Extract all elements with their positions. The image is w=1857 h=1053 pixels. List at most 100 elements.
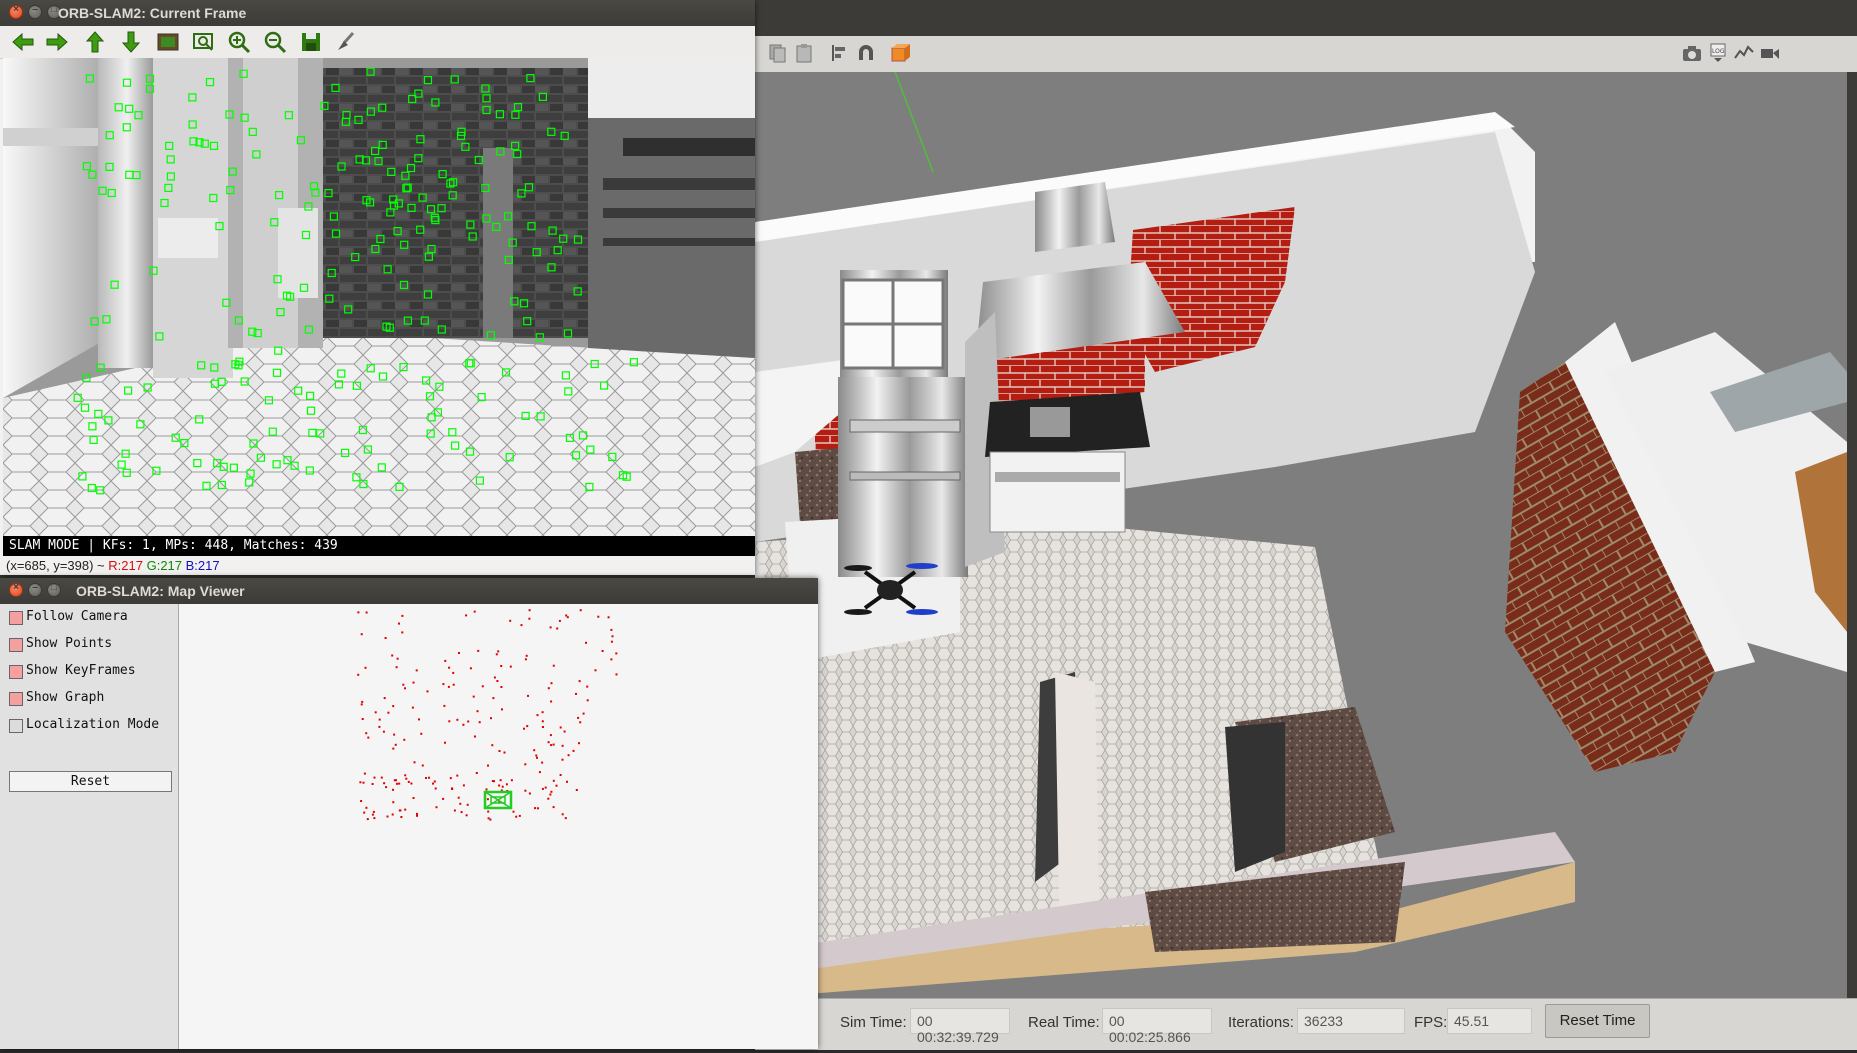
down-arrow-icon[interactable] bbox=[118, 30, 144, 54]
map-point bbox=[549, 793, 552, 796]
close-icon[interactable]: × bbox=[9, 582, 23, 597]
map-point bbox=[491, 744, 494, 747]
screen-icon[interactable] bbox=[155, 30, 181, 54]
map-point bbox=[392, 801, 395, 804]
map-point bbox=[426, 690, 429, 693]
sim-time-label: Sim Time: bbox=[840, 1014, 907, 1031]
map-point bbox=[360, 800, 363, 802]
log-icon[interactable]: LOG bbox=[1707, 42, 1729, 64]
checkbox-box[interactable] bbox=[9, 611, 23, 625]
forward-arrow-icon[interactable] bbox=[44, 30, 70, 54]
current-frame-image bbox=[3, 58, 755, 536]
map-point bbox=[550, 700, 553, 703]
plot-icon[interactable] bbox=[1733, 42, 1755, 64]
current-frame-toolbar bbox=[0, 26, 755, 59]
map-point bbox=[396, 657, 399, 660]
map-point bbox=[549, 626, 552, 629]
map-point bbox=[578, 742, 580, 745]
map-point bbox=[448, 720, 451, 723]
screenshot-icon[interactable] bbox=[1681, 42, 1703, 64]
reset-button[interactable]: Reset bbox=[9, 771, 172, 792]
map-point bbox=[579, 609, 582, 612]
map-point bbox=[398, 622, 400, 625]
copy-icon[interactable] bbox=[767, 42, 789, 64]
video-icon[interactable] bbox=[1759, 42, 1781, 64]
zoom-out-icon[interactable] bbox=[262, 30, 288, 54]
checkbox-box[interactable] bbox=[9, 692, 23, 706]
minimize-icon[interactable]: – bbox=[28, 582, 42, 597]
map-point bbox=[434, 787, 437, 790]
map-point bbox=[400, 816, 403, 818]
map-point bbox=[552, 779, 555, 782]
map-point bbox=[465, 814, 468, 817]
map-point bbox=[472, 695, 475, 698]
map-3d-canvas[interactable] bbox=[179, 604, 818, 1049]
zoom-in-icon[interactable] bbox=[226, 30, 252, 54]
map-point bbox=[402, 683, 405, 686]
back-arrow-icon[interactable] bbox=[10, 30, 36, 54]
save-icon[interactable] bbox=[298, 30, 324, 54]
map-point bbox=[474, 735, 476, 738]
map-point bbox=[460, 811, 463, 814]
scroll-handle[interactable] bbox=[1847, 72, 1857, 998]
zoom-fit-icon[interactable] bbox=[191, 30, 217, 54]
checkbox-box[interactable] bbox=[9, 665, 23, 679]
map-point bbox=[442, 797, 445, 800]
gazebo-bottom-bar: Sim Time: 00 00:32:39.729 Real Time: 00 … bbox=[755, 998, 1857, 1050]
map-point bbox=[566, 780, 568, 783]
up-arrow-icon[interactable] bbox=[82, 30, 108, 54]
map-point bbox=[428, 776, 430, 779]
align-icon[interactable] bbox=[829, 42, 851, 64]
map-point bbox=[558, 619, 561, 622]
magnet-icon[interactable] bbox=[855, 42, 877, 64]
map-point bbox=[503, 751, 506, 754]
maximize-icon[interactable]: □ bbox=[47, 582, 61, 597]
map-point bbox=[357, 611, 360, 614]
map-point bbox=[405, 777, 408, 780]
map-point bbox=[412, 797, 415, 799]
map-point bbox=[366, 818, 369, 821]
minimize-icon[interactable]: – bbox=[28, 4, 42, 19]
map-point bbox=[586, 685, 589, 688]
real-time-label: Real Time: bbox=[1028, 1014, 1100, 1031]
pixel-g-value: G:217 bbox=[146, 558, 183, 573]
map-point bbox=[361, 718, 364, 720]
map-point bbox=[487, 810, 490, 813]
map-point bbox=[556, 627, 559, 630]
fps-label: FPS: bbox=[1414, 1014, 1448, 1031]
map-point bbox=[371, 783, 374, 785]
map-point bbox=[555, 784, 558, 787]
map-point bbox=[404, 774, 407, 777]
map-point bbox=[607, 616, 610, 619]
map-point bbox=[559, 726, 562, 729]
checkbox-box[interactable] bbox=[9, 719, 23, 733]
close-icon[interactable]: × bbox=[9, 4, 23, 19]
map-point bbox=[536, 714, 539, 717]
map-point bbox=[541, 787, 544, 790]
map-point bbox=[577, 716, 580, 719]
map-point bbox=[575, 692, 577, 695]
map-point bbox=[498, 784, 501, 787]
reset-time-button[interactable]: Reset Time bbox=[1545, 1004, 1650, 1038]
checkbox-box[interactable] bbox=[9, 638, 23, 652]
checkbox-label: Show KeyFrames bbox=[26, 663, 136, 678]
pixel-coords: (x=685, y=398) ~ bbox=[6, 558, 109, 573]
map-point bbox=[572, 749, 575, 752]
map-point bbox=[610, 628, 613, 631]
gazebo-toolbar: LOG bbox=[755, 36, 1857, 73]
map-viewer-options-panel: Follow Camera Show Points Show KeyFrames… bbox=[0, 604, 179, 1049]
map-point bbox=[374, 711, 377, 714]
map-point bbox=[396, 782, 398, 785]
map-point bbox=[432, 782, 434, 785]
map-point bbox=[458, 652, 460, 654]
paste-icon[interactable] bbox=[793, 42, 815, 64]
map-point bbox=[415, 669, 418, 672]
map-point bbox=[493, 676, 496, 679]
gazebo-3d-viewport[interactable] bbox=[755, 72, 1847, 998]
brush-icon[interactable] bbox=[333, 30, 359, 54]
map-point bbox=[485, 788, 488, 791]
map-point bbox=[451, 788, 454, 790]
map-point bbox=[510, 779, 513, 782]
map-point bbox=[394, 743, 397, 746]
view-angle-icon[interactable] bbox=[889, 42, 911, 64]
